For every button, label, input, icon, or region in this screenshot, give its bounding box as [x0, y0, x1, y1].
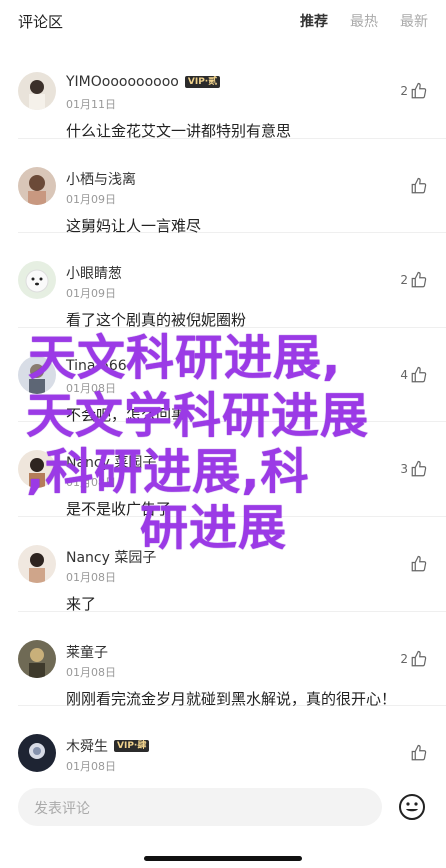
- home-indicator: [144, 856, 302, 861]
- like-button[interactable]: 3: [400, 460, 428, 478]
- thumbs-up-icon: [411, 82, 427, 99]
- like-button[interactable]: 2: [400, 82, 428, 100]
- comment-item: Nancy 菜园子 01月08日 是不是收广告了 3: [18, 422, 446, 518]
- page-title: 评论区: [18, 13, 64, 31]
- username[interactable]: 小栖与浅离: [66, 169, 136, 189]
- like-button[interactable]: 2: [400, 650, 428, 668]
- thumbs-up-icon: [411, 745, 427, 761]
- avatar[interactable]: [18, 734, 56, 773]
- vip-badge: VIP·肆: [114, 740, 150, 753]
- comment-item: 木舜生 VIP·肆 01月08日: [18, 706, 446, 786]
- like-button[interactable]: [408, 744, 428, 762]
- comment-date: 01月08日: [66, 665, 116, 679]
- comment-input[interactable]: 发表评论: [18, 788, 382, 826]
- like-button[interactable]: 4: [400, 366, 428, 384]
- like-button[interactable]: [408, 177, 428, 195]
- username[interactable]: Nancy 菜园子: [66, 452, 156, 472]
- thumbs-up-icon: [411, 650, 427, 666]
- comment-item: 小眼睛葱 01月09日 看了这个剧真的被倪妮圈粉 2: [18, 233, 446, 329]
- comment-date: 01月09日: [66, 287, 116, 301]
- like-count: 3: [400, 462, 408, 477]
- comment-date: 01月08日: [66, 381, 116, 395]
- smiley-icon[interactable]: [398, 793, 426, 821]
- username[interactable]: Tina 666: [66, 358, 127, 374]
- username[interactable]: 莱童子: [66, 642, 108, 662]
- comment-header: 评论区 推荐 最热 最新: [0, 0, 446, 44]
- comment-date: 01月09日: [66, 192, 116, 206]
- tab-newest[interactable]: 最新: [400, 11, 428, 31]
- username[interactable]: 小眼睛葱: [66, 263, 122, 283]
- like-count: 2: [400, 273, 408, 288]
- avatar[interactable]: [18, 355, 56, 394]
- comment-item: Tina 666 01月08日 不会吧，怎么回事 4: [18, 328, 446, 424]
- thumbs-up-icon: [411, 177, 427, 193]
- username[interactable]: YIMOooooooooo: [66, 74, 179, 90]
- avatar[interactable]: [18, 261, 56, 300]
- comment-item: YIMOooooooooo VIP·贰 01月11日 什么让金花艾文一讲都特别有…: [18, 44, 446, 140]
- avatar[interactable]: [18, 166, 56, 205]
- comment-item: Nancy 菜园子 01月08日 来了: [18, 517, 446, 613]
- thumbs-up-icon: [411, 366, 427, 383]
- comment-date: 01月11日: [66, 98, 116, 111]
- tab-hottest[interactable]: 最热: [350, 11, 378, 31]
- like-count: 2: [400, 651, 408, 666]
- comment-input-bar: 发表评论: [0, 784, 446, 868]
- like-count: 2: [400, 84, 408, 98]
- comment-item: 小栖与浅离 01月09日 这舅妈让人一言难尽: [18, 139, 446, 235]
- vip-badge: VIP·贰: [184, 76, 221, 88]
- comment-date: 01月08日: [66, 760, 116, 774]
- comment-list[interactable]: YIMOooooooooo VIP·贰 01月11日 什么让金花艾文一讲都特别有…: [0, 44, 446, 786]
- thumbs-up-icon: [411, 555, 427, 572]
- avatar[interactable]: [18, 72, 56, 110]
- comment-date: 01月08日: [66, 570, 116, 584]
- thumbs-up-icon: [411, 272, 427, 288]
- comment-item: 莱童子 01月08日 刚刚看完流金岁月就碰到黑水解说，真的很开心！ 2: [18, 612, 446, 708]
- tab-recommended[interactable]: 推荐: [300, 11, 328, 31]
- like-button[interactable]: 2: [400, 271, 428, 289]
- comment-date: 01月08日: [66, 476, 116, 490]
- like-button[interactable]: [408, 555, 428, 573]
- username[interactable]: Nancy 菜园子: [66, 547, 156, 567]
- comment-input-placeholder: 发表评论: [34, 801, 90, 817]
- avatar[interactable]: [18, 544, 56, 583]
- username[interactable]: 木舜生: [66, 736, 108, 756]
- thumbs-up-icon: [411, 461, 427, 477]
- avatar[interactable]: [18, 450, 56, 489]
- avatar[interactable]: [18, 639, 56, 678]
- sort-tabs: 推荐 最热 最新: [300, 11, 428, 31]
- like-count: 4: [400, 367, 408, 382]
